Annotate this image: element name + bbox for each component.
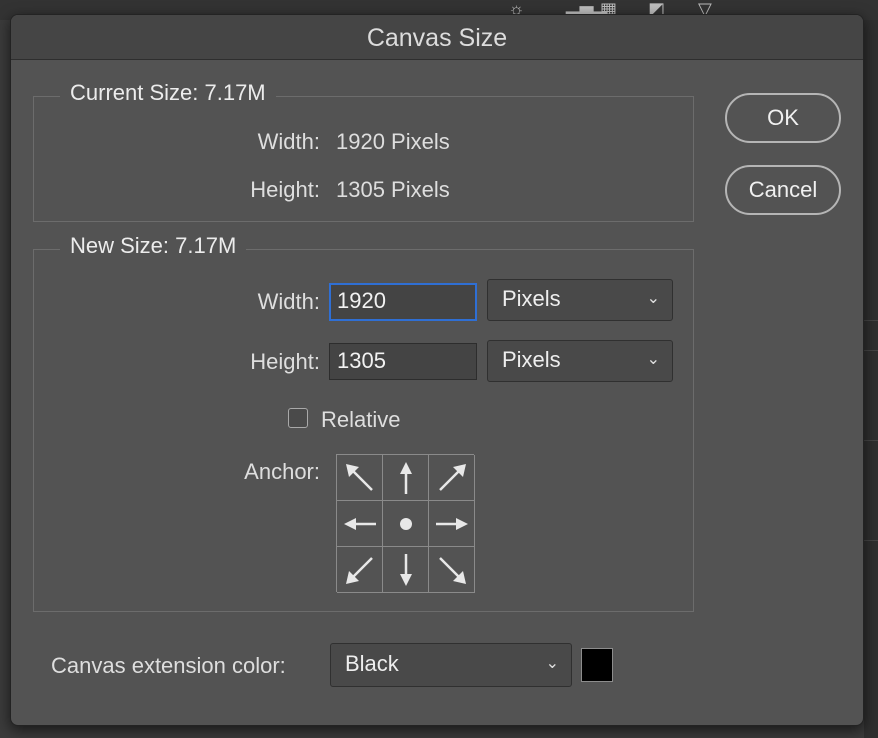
current-size-group: Current Size: 7.17M bbox=[33, 80, 694, 222]
new-width-label: Width: bbox=[257, 289, 320, 314]
extension-color-select[interactable]: Black ⌄ bbox=[330, 643, 572, 687]
arrow-up-left-icon bbox=[345, 463, 373, 491]
anchor-label: Anchor: bbox=[244, 459, 320, 484]
height-unit-value: Pixels bbox=[502, 347, 561, 372]
relative-label[interactable]: Relative bbox=[321, 407, 400, 433]
arrow-up-icon bbox=[399, 461, 412, 494]
relative-checkbox[interactable] bbox=[288, 408, 308, 428]
anchor-right[interactable] bbox=[429, 501, 475, 547]
anchor-top-left[interactable] bbox=[337, 455, 383, 501]
anchor-top-right[interactable] bbox=[429, 455, 475, 501]
anchor-grid bbox=[336, 454, 475, 593]
height-unit-select[interactable]: Pixels ⌄ bbox=[487, 340, 673, 382]
height-input[interactable]: 1305 bbox=[329, 343, 477, 380]
chevron-down-icon: ⌄ bbox=[646, 351, 660, 368]
canvas-size-dialog: Canvas Size Current Size: 7.17M Width: 1… bbox=[10, 14, 864, 726]
current-height-label: Height: bbox=[250, 177, 320, 202]
arrow-down-right-icon bbox=[438, 556, 466, 584]
cancel-button[interactable]: Cancel bbox=[725, 165, 841, 215]
width-input[interactable]: 1920 bbox=[329, 283, 477, 321]
anchor-bottom-left[interactable] bbox=[337, 547, 383, 593]
new-height-label: Height: bbox=[250, 349, 320, 374]
anchor-left[interactable] bbox=[337, 501, 383, 547]
anchor-center[interactable] bbox=[383, 501, 429, 547]
extension-color-label: Canvas extension color: bbox=[51, 653, 286, 678]
arrow-down-left-icon bbox=[345, 556, 373, 584]
current-height-value: 1305 Pixels bbox=[336, 177, 450, 202]
anchor-bottom-right[interactable] bbox=[429, 547, 475, 593]
chevron-down-icon: ⌄ bbox=[646, 290, 660, 307]
anchor-top[interactable] bbox=[383, 455, 429, 501]
arrow-left-icon bbox=[343, 517, 376, 530]
arrow-down-icon bbox=[399, 553, 412, 586]
current-width-value: 1920 Pixels bbox=[336, 129, 450, 154]
arrow-right-icon bbox=[435, 517, 468, 530]
anchor-bottom[interactable] bbox=[383, 547, 429, 593]
extension-color-value: Black bbox=[345, 651, 399, 676]
new-size-title: New Size: 7.17M bbox=[60, 233, 247, 259]
current-width-label: Width: bbox=[257, 129, 320, 154]
current-size-title: Current Size: 7.17M bbox=[60, 80, 276, 106]
chevron-down-icon: ⌄ bbox=[545, 655, 559, 672]
extension-color-swatch[interactable] bbox=[581, 648, 613, 682]
ok-button[interactable]: OK bbox=[725, 93, 841, 143]
width-unit-select[interactable]: Pixels ⌄ bbox=[487, 279, 673, 321]
arrow-up-right-icon bbox=[438, 463, 466, 491]
anchor-dot-icon bbox=[399, 517, 412, 530]
dialog-title: Canvas Size bbox=[11, 15, 863, 60]
background-panel bbox=[864, 20, 878, 738]
width-unit-value: Pixels bbox=[502, 286, 561, 311]
